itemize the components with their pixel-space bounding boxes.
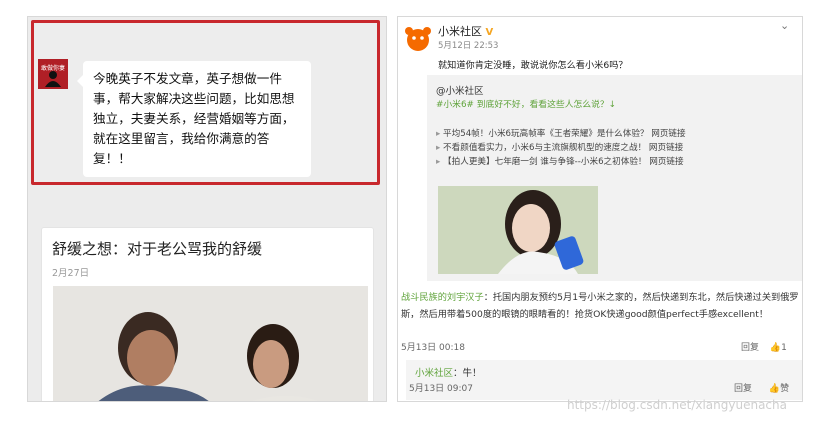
list-item[interactable]: ▸ 【拍人更美】七年磨一剑 谁与争锋--小米6之初体验！ 网页链接 (436, 155, 684, 167)
reply-actions: 回复 👍赞 (734, 381, 789, 394)
reply-comment: 小米社区：牛！ (415, 365, 482, 379)
message-bubble: 今晚英子不发文章，英子想做一件事，帮大家解决这些问题，比如思想独立，夫妻关系，经… (77, 61, 311, 177)
comment-time: 5月13日 00:18 (401, 343, 465, 353)
wechat-panel: 敢做你妻 今晚英子不发文章，英子想做一件事，帮大家解决这些问题，比如思想独立，夫… (27, 16, 387, 402)
list-item-text: 【拍人更美】七年磨一剑 谁与争锋--小米6之初体验！ 网页链接 (443, 157, 684, 167)
article-card[interactable]: 舒缓之想：对于老公骂我的舒缓 2月27日 (41, 227, 374, 401)
article-title: 舒缓之想：对于老公骂我的舒缓 (52, 240, 263, 258)
article-image (53, 286, 368, 401)
list-item[interactable]: ▸ 不看颜值看实力，小米6与主流旗舰机型的速度之战！ 网页链接 (436, 141, 683, 153)
like-label: 赞 (780, 384, 790, 394)
bullet-icon: ▸ (436, 143, 444, 153)
like-count: 1 (781, 343, 787, 353)
like-button[interactable]: 👍赞 (769, 384, 789, 394)
post-text: 就知道你肯定没睡，敢说说你怎么看小米6吗？ (438, 60, 628, 71)
repost-author[interactable]: @小米社区 (436, 83, 484, 97)
avatar[interactable]: 敢做你妻 (38, 59, 68, 89)
repost-topic[interactable]: #小米6# 到底好不好，看看这些人怎么说？↓ (436, 97, 616, 110)
reply-thread: 小米社区：牛！ 5月13日 09:07 回复 👍赞 (406, 360, 802, 400)
weibo-panel: 小米社区 V 5月12日 22:53 ⌄ 就知道你肯定没睡，敢说说你怎么看小米6… (397, 16, 803, 402)
reply-button[interactable]: 回复 (741, 343, 759, 353)
article-date: 2月27日 (52, 268, 90, 279)
thumbs-up-icon: 👍 (769, 343, 782, 353)
highlighted-message: 敢做你妻 今晚英子不发文章，英子想做一件事，帮大家解决这些问题，比如思想独立，夫… (31, 20, 380, 185)
comment-actions: 回复 👍1 (741, 340, 787, 353)
reposted-content: @小米社区 #小米6# 到底好不好，看看这些人怎么说？↓ ▸ 平均54帧！小米6… (427, 75, 802, 281)
list-item[interactable]: ▸ 平均54帧！小米6玩高帧率《王者荣耀》是什么体验？ 网页链接 (436, 127, 686, 139)
reply-time: 5月13日 09:07 (409, 384, 473, 394)
list-item-text: 不看颜值看实力，小米6与主流旗舰机型的速度之战！ 网页链接 (443, 143, 684, 153)
comment: 战斗民族的刘宇汉子：托国内朋友预约5月1号小米之家的，然后快递到东北，然后快递过… (401, 289, 801, 323)
comment-user[interactable]: 战斗民族的刘宇汉子 (401, 292, 484, 303)
bullet-icon: ▸ (436, 157, 444, 167)
reply-text: ：牛！ (453, 368, 482, 379)
bullet-icon: ▸ (436, 129, 444, 139)
thumbs-up-icon: 👍 (768, 384, 781, 394)
list-item-text: 平均54帧！小米6玩高帧率《王者荣耀》是什么体验？ 网页链接 (443, 129, 686, 139)
account-name[interactable]: 小米社区 V (438, 23, 493, 39)
reply-user[interactable]: 小米社区 (415, 368, 453, 379)
xiaomi-community-avatar-icon[interactable] (402, 23, 434, 55)
reply-button[interactable]: 回复 (734, 384, 752, 394)
verified-icon: V (485, 27, 494, 38)
chevron-down-icon[interactable]: ⌄ (780, 19, 789, 32)
like-button[interactable]: 👍1 (770, 343, 787, 353)
post-time: 5月12日 22:53 (438, 41, 499, 51)
watermark: https://blog.csdn.net/xiangyuenacha (567, 398, 787, 412)
silhouette-icon (45, 71, 61, 87)
post-image[interactable] (438, 186, 598, 274)
account-name-text: 小米社区 (438, 25, 482, 38)
